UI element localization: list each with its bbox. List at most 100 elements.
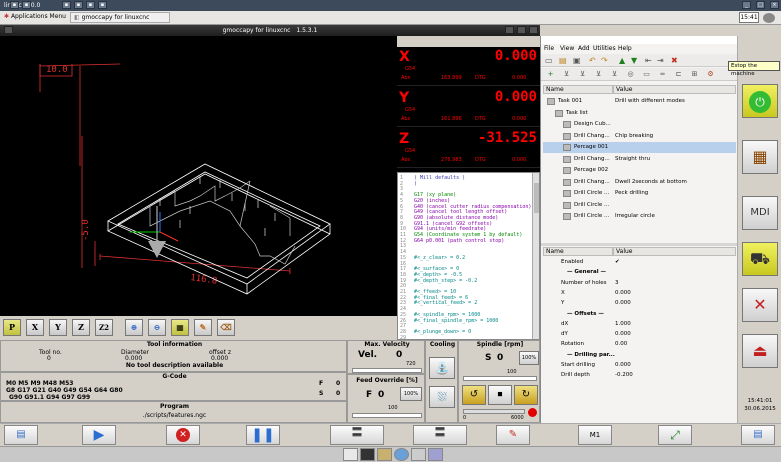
bore-feature-icon[interactable]: ⊻ <box>593 69 604 79</box>
taskbar-drive-icon[interactable] <box>343 448 358 461</box>
task-tree[interactable]: Task 001 Drill with different modes Task l… <box>541 96 738 246</box>
fullscreen-icon[interactable]: ⤢ <box>658 425 692 445</box>
dimensions-toggle-icon[interactable]: ▦ <box>171 319 189 336</box>
auto-mode-button[interactable]: ⛟ <box>742 242 778 276</box>
close-icon[interactable]: × <box>770 1 779 9</box>
taskbar-terminal-icon[interactable] <box>360 448 375 461</box>
props-header-value[interactable]: Value <box>613 247 736 256</box>
gcode-scrollbar[interactable] <box>532 173 539 339</box>
gcode-scrollbar-thumb[interactable] <box>534 183 539 213</box>
view-z-button[interactable]: Z <box>72 319 90 336</box>
undo-icon[interactable]: ↶ <box>589 56 596 65</box>
tree-row[interactable]: Drill Chang... Dwell 2seconds at bottom <box>543 177 736 188</box>
property-value[interactable]: -0.200 <box>615 370 633 381</box>
spindle-override-reset-button[interactable]: 100% <box>519 351 539 365</box>
app-icon-3[interactable]: ▪ <box>62 1 71 9</box>
edit-icon[interactable]: ✎ <box>496 425 530 445</box>
taskbar-search-icon[interactable] <box>411 448 426 461</box>
tree-row[interactable]: Task list <box>543 108 736 119</box>
tree-row[interactable]: Drill Chang... Chip breaking <box>543 131 736 142</box>
delete-icon[interactable]: ✖ <box>671 56 678 65</box>
taskbar-files-icon[interactable] <box>377 448 392 461</box>
clear-plot-icon[interactable]: ⌫ <box>217 319 235 336</box>
power-icon[interactable] <box>763 13 775 23</box>
property-row[interactable]: Drill depth -0.200 <box>543 370 736 381</box>
settings-icon[interactable]: ⚙ <box>705 69 716 79</box>
window-close-icon[interactable] <box>529 26 538 34</box>
open-file-icon[interactable]: ▤ <box>4 425 38 445</box>
menu-file[interactable]: File <box>544 45 554 52</box>
drill-feature-icon[interactable]: ⊻ <box>561 69 572 79</box>
view-y-button[interactable]: Y <box>49 319 67 336</box>
menu-utilities[interactable]: Utilities <box>593 45 616 52</box>
props-header-name[interactable]: Name <box>543 247 613 256</box>
user-tabs-icon[interactable]: ▤ <box>741 425 775 445</box>
spindle-ccw-icon[interactable]: ↺ <box>462 385 486 405</box>
mdi-button[interactable]: MDI <box>742 196 778 230</box>
zoom-in-icon[interactable]: ⊕ <box>125 319 143 336</box>
menu-help[interactable]: Help <box>618 45 632 52</box>
taskbar-item-gmoccapy[interactable]: ◧ gmoccapy for linuxcnc <box>70 12 170 23</box>
tree-row[interactable]: Percage 002 <box>543 165 736 176</box>
dro-row-x[interactable]: X 0.000 G54 Abs 163.899 DTG 0.000 <box>397 47 540 86</box>
pocket-feature-icon[interactable]: ▭ <box>641 69 652 79</box>
tree-header-name[interactable]: Name <box>543 85 613 94</box>
tree-row[interactable]: Percage 001 <box>543 142 736 153</box>
machine-on-button[interactable]: ▦ <box>742 140 778 174</box>
app-icon-1[interactable]: ▪ <box>10 1 19 9</box>
stop-program-icon[interactable]: ✕ <box>166 425 200 445</box>
tree-row[interactable]: Drill Circle ... Peck drilling <box>543 188 736 199</box>
applications-menu[interactable]: ✱ Applications Menu <box>4 13 66 20</box>
menu-add[interactable]: Add <box>578 45 590 52</box>
move-down-icon[interactable]: ▼ <box>631 56 637 65</box>
unindent-icon[interactable]: ⇥ <box>657 56 664 65</box>
maximize-icon[interactable]: □ <box>756 1 765 9</box>
run-program-icon[interactable]: ▶ <box>82 425 116 445</box>
tree-header-value[interactable]: Value <box>613 85 736 94</box>
menu-view[interactable]: View <box>560 45 574 52</box>
properties-table[interactable]: Enabled ✔ — General — Number of holes 3 X 0.00… <box>541 257 738 387</box>
mist-coolant-icon[interactable]: ⛆ <box>429 386 455 408</box>
slot-feature-icon[interactable]: ⊏ <box>673 69 684 79</box>
flood-coolant-icon[interactable]: ⛲ <box>429 357 455 379</box>
window-menu-icon[interactable] <box>4 26 13 34</box>
circle-feature-icon[interactable]: ◎ <box>625 69 636 79</box>
tree-row[interactable]: Drill Circle ... <box>543 200 736 211</box>
line-feature-icon[interactable]: ═ <box>657 69 668 79</box>
dro-row-y[interactable]: Y 0.000 G54 Abs 161.896 DTG 0.000 <box>397 88 540 127</box>
spindle-cw-icon[interactable]: ↻ <box>514 385 538 405</box>
indent-icon[interactable]: ⇤ <box>645 56 652 65</box>
move-up-icon[interactable]: ▲ <box>619 56 625 65</box>
pane-divider[interactable] <box>541 243 738 246</box>
app-icon-2[interactable]: ▪ <box>22 1 31 9</box>
zoom-out-icon[interactable]: ⊖ <box>148 319 166 336</box>
feed-override-slider[interactable] <box>352 413 422 418</box>
gcode-preview-3d[interactable]: 10.0 116.8 -5.0 <box>0 36 397 316</box>
grid-feature-icon[interactable]: ⊞ <box>689 69 700 79</box>
tree-row[interactable]: Task 001 Drill with different modes <box>543 96 736 107</box>
gcode-source-view[interactable]: 1( Mill defaults ) 2(3 4 G17 (xy plane) 5 G20… <box>397 172 540 340</box>
tree-row[interactable]: Drill Circle ... Irregular circle <box>543 211 736 222</box>
open-icon[interactable]: ▤ <box>559 56 567 65</box>
save-icon[interactable]: ▣ <box>573 56 581 65</box>
view-x-button[interactable]: X <box>26 319 44 336</box>
spindle-override-slider[interactable] <box>463 376 537 381</box>
velocity-slider[interactable] <box>352 368 422 373</box>
estop-button[interactable]: ⏻ <box>742 84 778 118</box>
taskbar-browser-icon[interactable] <box>394 448 409 461</box>
window-minimize-icon[interactable] <box>505 26 514 34</box>
peck-feature-icon[interactable]: ⊻ <box>577 69 588 79</box>
feed-override-reset-button[interactable]: 100% <box>400 387 422 401</box>
pencil-icon[interactable]: ✎ <box>194 319 212 336</box>
view-p-button[interactable]: P <box>3 319 21 336</box>
tree-row[interactable]: Design Cub... <box>543 119 736 130</box>
spindle-stop-icon[interactable]: ⏹ <box>488 385 512 405</box>
optional-stop-m1-button[interactable]: M1 <box>578 425 612 445</box>
app-icon-4[interactable]: ▪ <box>74 1 83 9</box>
step-button[interactable]: ▦▦▦ ▦▦▦ <box>330 425 384 445</box>
dro-row-z[interactable]: Z -31.525 G54 Abs 276.983 DTG 0.000 <box>397 129 540 168</box>
redo-icon[interactable]: ↷ <box>601 56 608 65</box>
pause-program-icon[interactable]: ❚❚ <box>246 425 280 445</box>
new-icon[interactable]: ▭ <box>545 56 553 65</box>
settings-button[interactable]: ✕ <box>742 288 778 322</box>
